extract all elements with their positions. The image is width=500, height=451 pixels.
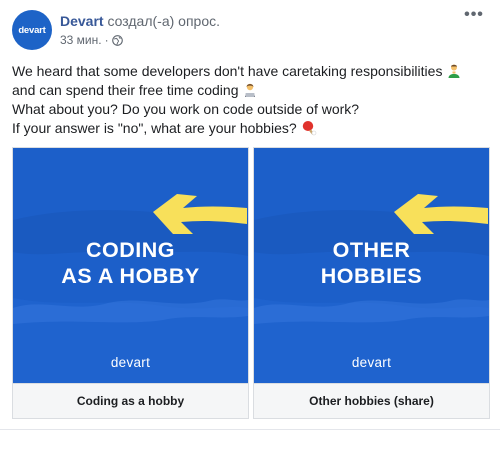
devart-logo: devart: [351, 355, 392, 370]
ping-pong-icon: [302, 121, 316, 136]
poll-option-coding[interactable]: CODING AS A HOBBY devart Coding as a hob…: [12, 147, 249, 419]
message-line-3: What about you? Do you work on code outs…: [12, 101, 360, 117]
message-line-2: and can spend their free time coding: [12, 81, 488, 100]
post-message: We heard that some developers don't have…: [12, 62, 488, 138]
message-line-4: If your answer is "no", what are your ho…: [12, 119, 488, 138]
author-name[interactable]: Devart: [60, 13, 104, 29]
message-text: If your answer is "no", what are your ho…: [12, 120, 297, 136]
post-header: devart Devart создал(-а) опрос. 33 мин. …: [12, 7, 488, 54]
globe-icon[interactable]: [111, 34, 123, 46]
message-text: We heard that some developers don't have…: [12, 63, 443, 79]
poll-option-other-hobbies[interactable]: OTHER HOBBIES devart Other hobbies (shar…: [253, 147, 490, 419]
option-title-line: OTHER: [332, 238, 411, 262]
option-title-line: HOBBIES: [320, 264, 423, 288]
option-title-line: CODING: [86, 238, 175, 262]
message-text: and can spend their free time coding: [12, 82, 239, 98]
avatar[interactable]: devart: [12, 10, 52, 50]
option-label[interactable]: Other hobbies (share): [254, 383, 489, 418]
poll-post: devart Devart создал(-а) опрос. 33 мин. …: [0, 0, 500, 451]
author-line: Devart создал(-а) опрос.: [60, 13, 220, 29]
option-image[interactable]: OTHER HOBBIES devart: [254, 148, 489, 383]
technologist-icon: [245, 83, 256, 97]
option-image[interactable]: CODING AS A HOBBY devart: [13, 148, 248, 383]
author-action: создал(-а) опрос.: [107, 13, 220, 29]
message-line-1: We heard that some developers don't have…: [12, 62, 488, 81]
option-title: OTHER HOBBIES: [254, 237, 489, 289]
option-title-line: AS A HOBBY: [61, 264, 200, 288]
option-title: CODING AS A HOBBY: [13, 237, 248, 289]
avatar-logo-text: devart: [18, 24, 46, 36]
option-label[interactable]: Coding as a hobby: [13, 383, 248, 418]
post-time[interactable]: 33 мин.: [60, 33, 102, 47]
meta-separator: ·: [104, 33, 109, 47]
person-icon: [448, 64, 460, 78]
more-options-icon[interactable]: •••: [462, 7, 486, 26]
poll-options: CODING AS A HOBBY devart Coding as a hob…: [12, 147, 490, 419]
post-meta: 33 мин. ·: [60, 33, 123, 47]
divider: [0, 429, 500, 430]
devart-logo: devart: [110, 355, 151, 370]
